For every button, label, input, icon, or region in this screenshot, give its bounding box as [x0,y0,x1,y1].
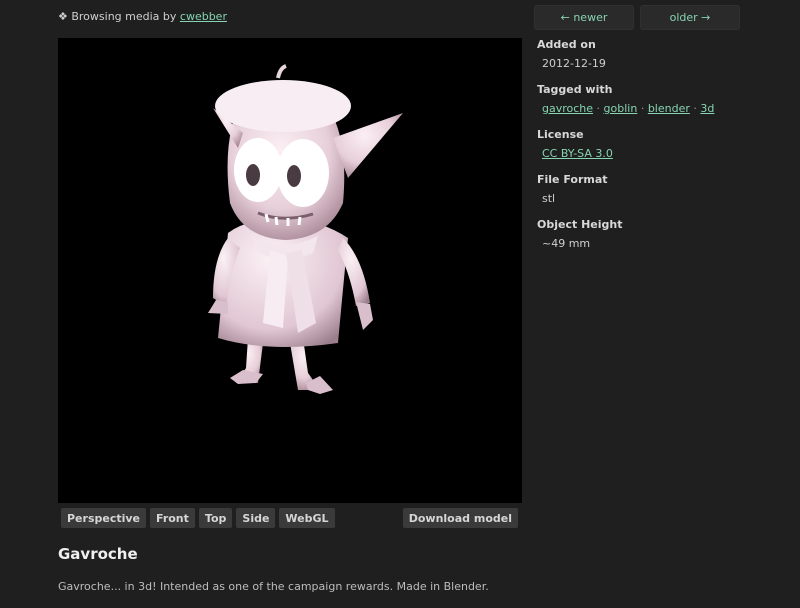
meta-license-label: License [537,128,584,141]
meta-height-value: ~49 mm [542,237,591,250]
media-metadata: Added on 2012-12-19 Tagged with gavroche… [537,38,737,263]
meta-height: Object Height ~49 mm [537,218,737,250]
license-link[interactable]: CC BY-SA 3.0 [542,147,613,160]
media-title: Gavroche [58,545,138,563]
browsing-prefix: ❖ Browsing media by [58,10,177,23]
tag-separator: · [693,102,697,115]
model-render-image [208,64,403,394]
newer-button[interactable]: ← newer [534,5,634,30]
meta-format: File Format stl [537,173,737,205]
view-side-button[interactable]: Side [236,508,276,528]
model-viewer[interactable] [58,38,522,503]
media-description: Gavroche... in 3d! Intended as one of th… [58,580,489,593]
older-button[interactable]: older → [640,5,740,30]
tag-separator: · [640,102,645,115]
download-model-button[interactable]: Download model [402,508,518,528]
tag-separator: · [596,102,601,115]
tag-link-blender[interactable]: blender [648,102,690,115]
meta-height-label: Object Height [537,218,623,231]
tag-list: gavroche · goblin · blender · 3d [537,102,737,115]
meta-tags: Tagged with gavroche · goblin · blender … [537,83,737,115]
view-top-button[interactable]: Top [198,508,233,528]
meta-license-value-wrap: CC BY-SA 3.0 [537,147,737,160]
meta-added-value: 2012-12-19 [542,57,606,70]
meta-added: Added on 2012-12-19 [537,38,737,70]
view-front-button[interactable]: Front [150,508,195,528]
tag-link-goblin[interactable]: goblin [604,102,638,115]
browsing-header: ❖ Browsing media by cwebber [58,10,227,23]
meta-format-label: File Format [537,173,608,186]
meta-added-label: Added on [537,38,596,51]
tag-link-3d[interactable]: 3d [700,102,714,115]
meta-license: License CC BY-SA 3.0 [537,128,737,160]
view-toggle-bar: Perspective Front Top Side WebGL [61,508,335,528]
view-perspective-button[interactable]: Perspective [61,508,147,528]
page: ❖ Browsing media by cwebber ← newer olde… [0,0,800,608]
meta-tags-label: Tagged with [537,83,613,96]
user-link[interactable]: cwebber [180,10,227,23]
tag-link-gavroche[interactable]: gavroche [542,102,593,115]
meta-format-value: stl [542,192,556,205]
view-webgl-button[interactable]: WebGL [279,508,335,528]
